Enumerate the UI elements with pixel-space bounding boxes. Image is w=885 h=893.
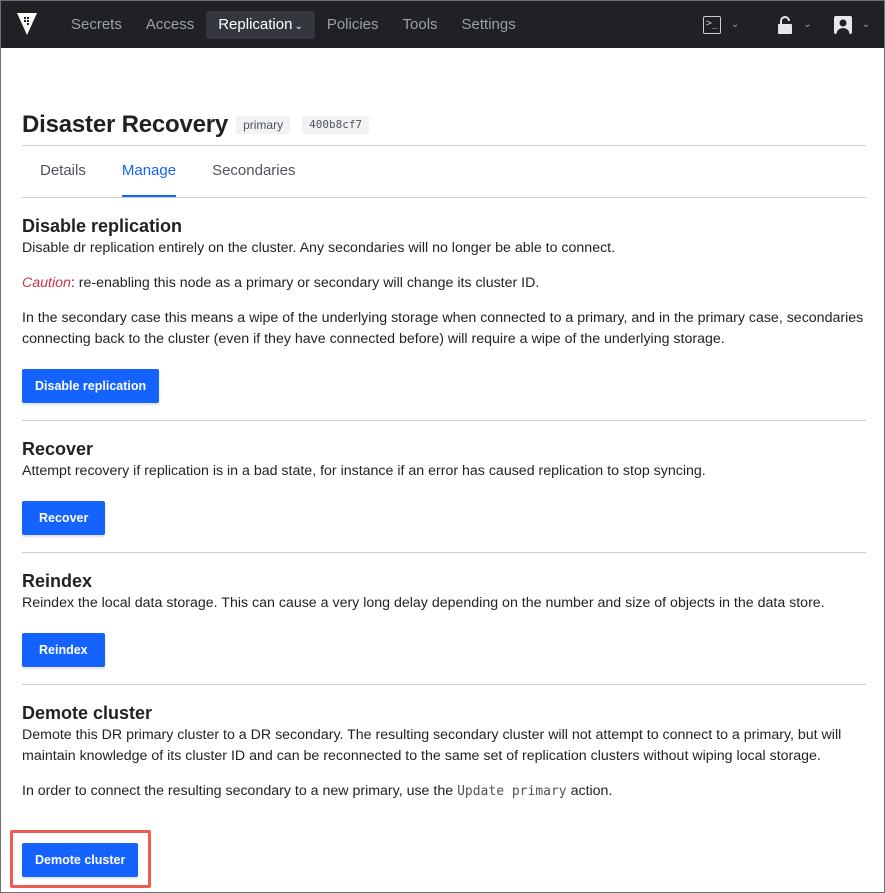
- section-title: Recover: [22, 439, 94, 459]
- section-divider: [22, 684, 866, 685]
- section-divider: [22, 420, 866, 421]
- main-nav: Secrets Access Replication ⌄ Policies Too…: [59, 11, 528, 39]
- reindex-button[interactable]: Reindex: [22, 633, 105, 667]
- chevron-down-icon: ⌄: [861, 19, 870, 30]
- chevron-down-icon: ⌄: [730, 19, 740, 30]
- section-description: Reindex the local data storage. This can…: [22, 595, 825, 611]
- demote-cluster-section: Demote cluster Demote this DR primary cl…: [22, 702, 866, 802]
- console-toggle[interactable]: >_ ⌄: [702, 1, 740, 48]
- section-detail: In the secondary case this means a wipe …: [22, 310, 864, 347]
- caution-note: Caution: re-enabling this node as a prim…: [22, 273, 866, 294]
- nav-tools: >_ ⌄ ⌄ ⌄: [702, 1, 884, 48]
- tabs-divider: [22, 197, 866, 198]
- nav-item-secrets[interactable]: Secrets: [59, 11, 134, 39]
- detail-text-before: In order to connect the resulting second…: [22, 783, 458, 799]
- recover-button[interactable]: Recover: [22, 501, 106, 535]
- nav-item-replication-label: Replication: [218, 16, 293, 33]
- user-menu[interactable]: ⌄: [833, 1, 870, 48]
- lock-icon: [778, 15, 793, 34]
- page-header: Disaster Recovery primary 400b8cf7: [22, 111, 370, 139]
- caution-label: Caution: [22, 275, 71, 291]
- nav-item-tools[interactable]: Tools: [391, 11, 450, 39]
- console-icon: >_: [702, 15, 721, 34]
- page-title: Disaster Recovery: [22, 111, 229, 138]
- nav-item-access[interactable]: Access: [134, 11, 206, 39]
- disable-replication-button[interactable]: Disable replication: [22, 369, 160, 403]
- namespace-lock-menu[interactable]: ⌄: [777, 1, 812, 48]
- recover-section: Recover Attempt recovery if replication …: [22, 438, 866, 482]
- top-nav-bar: Secrets Access Replication ⌄ Policies Too…: [1, 1, 884, 48]
- reindex-section: Reindex Reindex the local data storage. …: [22, 570, 866, 614]
- tab-secondaries[interactable]: Secondaries: [194, 146, 313, 197]
- detail-text-after: action.: [566, 783, 613, 799]
- disable-replication-section: Disable replication Disable dr replicati…: [22, 215, 866, 350]
- cluster-id-badge: 400b8cf7: [302, 116, 370, 134]
- section-detail: In order to connect the resulting second…: [22, 781, 866, 802]
- section-description: Disable dr replication entirely on the c…: [22, 240, 616, 256]
- update-primary-code: Update primary: [457, 784, 567, 799]
- mode-badge: primary: [236, 116, 291, 134]
- caution-text: : re-enabling this node as a primary or …: [70, 275, 540, 291]
- user-icon: [833, 15, 852, 34]
- tab-bar: Details Manage Secondaries: [22, 146, 313, 197]
- tab-manage[interactable]: Manage: [104, 146, 194, 197]
- section-title: Demote cluster: [22, 703, 153, 723]
- chevron-down-icon: ⌄: [803, 19, 812, 30]
- vault-logo-icon[interactable]: [17, 13, 37, 35]
- section-title: Disable replication: [22, 216, 183, 236]
- section-title: Reindex: [22, 571, 93, 591]
- section-divider: [22, 552, 866, 553]
- nav-item-policies[interactable]: Policies: [315, 11, 391, 39]
- nav-item-settings[interactable]: Settings: [450, 11, 528, 39]
- section-description: Demote this DR primary cluster to a DR s…: [22, 727, 842, 764]
- chevron-down-icon: ⌄: [294, 21, 303, 32]
- demote-cluster-button[interactable]: Demote cluster: [22, 843, 139, 877]
- section-description: Attempt recovery if replication is in a …: [22, 463, 706, 479]
- tab-details[interactable]: Details: [22, 146, 104, 197]
- nav-item-replication[interactable]: Replication ⌄: [206, 11, 315, 39]
